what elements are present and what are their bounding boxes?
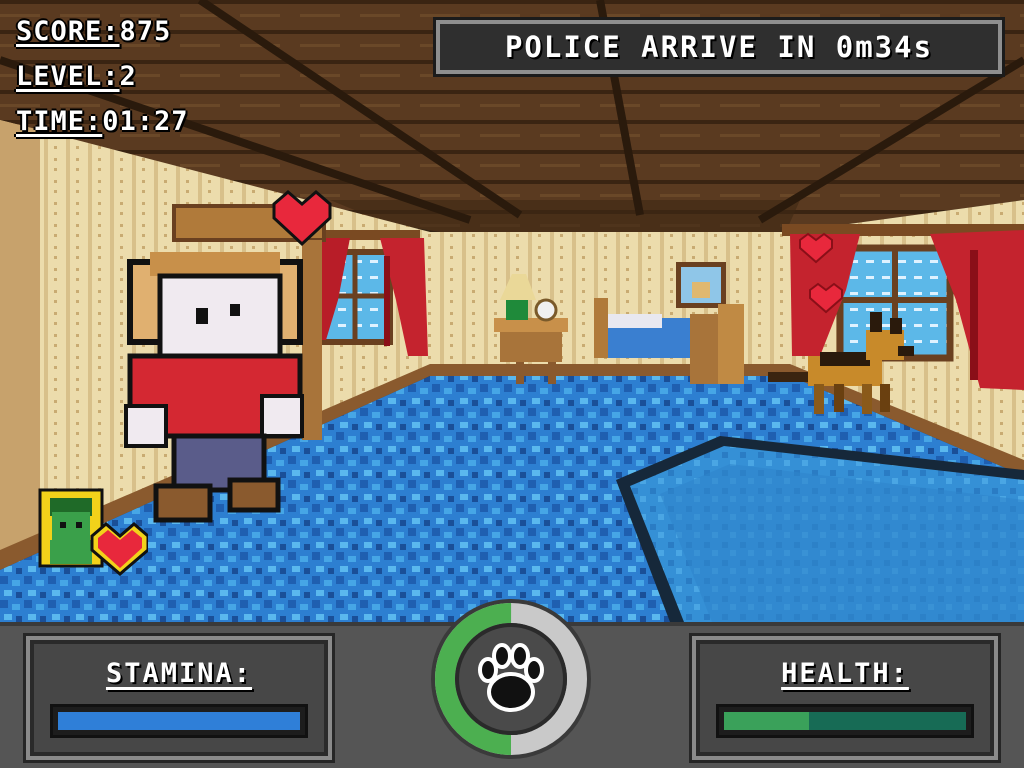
stamina-bar-fill xyxy=(58,712,300,730)
health-label: HEALTH: xyxy=(781,658,909,689)
goblin-portrait-icon xyxy=(38,488,104,568)
time-display: TIME:01:27 xyxy=(16,106,189,137)
health-panel: HEALTH: xyxy=(692,636,998,760)
companion-portrait xyxy=(36,486,150,578)
score-value: 875 xyxy=(119,16,172,47)
police-timer-banner: POLICE ARRIVE IN 0m34s xyxy=(436,20,1002,74)
health-bar xyxy=(716,704,974,738)
stamina-panel: STAMINA: xyxy=(26,636,332,760)
stamina-label: STAMINA: xyxy=(105,658,253,689)
level-label: LEVEL: xyxy=(16,61,120,92)
score-label: SCORE: xyxy=(16,16,120,47)
game-viewport xyxy=(0,0,1024,622)
ability-gauge[interactable] xyxy=(428,596,594,762)
time-value: 01:27 xyxy=(102,106,189,137)
stamina-bar xyxy=(50,704,308,738)
health-bar-fill xyxy=(724,712,809,730)
score-display: SCORE:875 xyxy=(16,16,171,47)
time-label: TIME: xyxy=(16,106,103,137)
level-display: LEVEL:2 xyxy=(16,61,137,92)
level-value: 2 xyxy=(119,61,137,92)
